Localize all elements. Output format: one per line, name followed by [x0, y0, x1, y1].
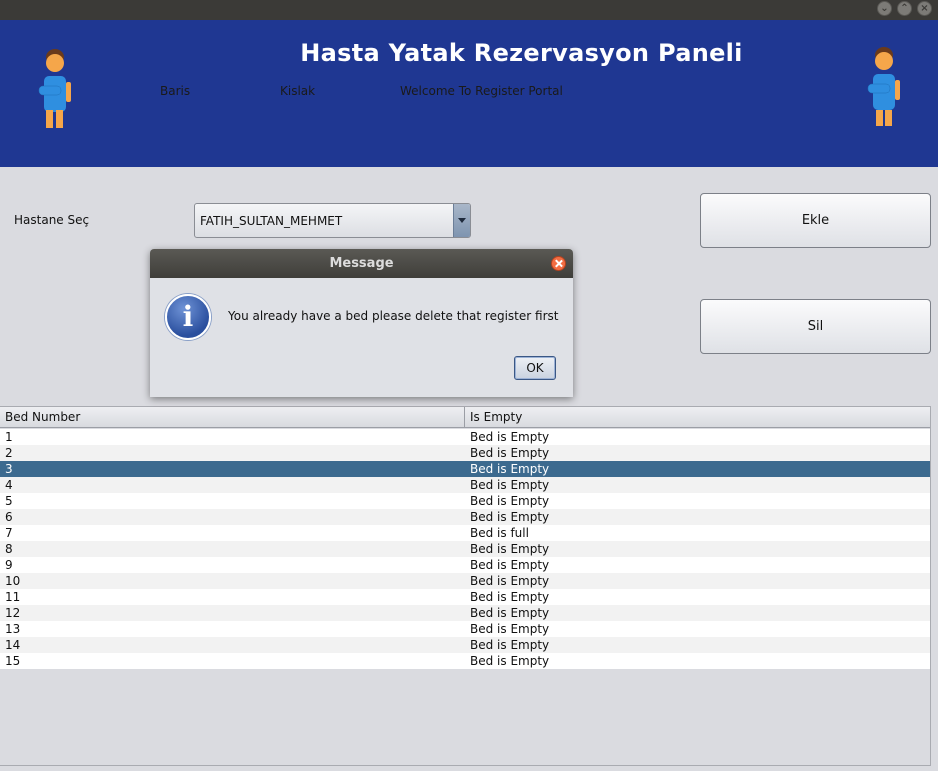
- patient-avatar-icon: [867, 47, 900, 126]
- table-body: 1 Bed is Empty 2 Bed is Empty 3 Bed is Empty 4…: [0, 429, 931, 669]
- dialog-title: Message: [329, 256, 394, 271]
- table-row[interactable]: 10 Bed is Empty: [0, 573, 931, 589]
- cell-is-empty: Bed is Empty: [470, 510, 550, 524]
- cell-is-empty: Bed is full: [470, 526, 529, 540]
- cell-bed-number: 5: [5, 494, 13, 508]
- maximize-icon[interactable]: ⌃: [897, 1, 912, 16]
- welcome-label: Welcome To Register Portal: [400, 84, 563, 98]
- cell-bed-number: 9: [5, 558, 13, 572]
- cell-bed-number: 10: [5, 574, 21, 588]
- cell-bed-number: 1: [5, 430, 13, 444]
- column-header-is-empty[interactable]: Is Empty: [470, 410, 522, 424]
- table-row[interactable]: 9 Bed is Empty: [0, 557, 931, 573]
- dialog-titlebar[interactable]: Message: [150, 249, 573, 278]
- table-bottom-edge: [0, 765, 931, 766]
- table-row[interactable]: 14 Bed is Empty: [0, 637, 931, 653]
- minimize-icon[interactable]: ⌄: [877, 1, 892, 16]
- cell-is-empty: Bed is Empty: [470, 590, 550, 604]
- table-row[interactable]: 4 Bed is Empty: [0, 477, 931, 493]
- hospital-select[interactable]: FATIH_SULTAN_MEHMET: [194, 203, 471, 238]
- dialog-message: You already have a bed please delete tha…: [228, 309, 559, 323]
- cell-is-empty: Bed is Empty: [470, 622, 550, 636]
- last-name-label: Kislak: [280, 84, 316, 98]
- patient-avatar-icon: [38, 49, 71, 128]
- column-header-bed-number[interactable]: Bed Number: [5, 410, 80, 424]
- table-row[interactable]: 12 Bed is Empty: [0, 605, 931, 621]
- column-divider[interactable]: [464, 407, 465, 428]
- table-header[interactable]: Bed Number Is Empty: [0, 407, 931, 428]
- add-button[interactable]: Ekle: [700, 193, 931, 248]
- cell-is-empty: Bed is Empty: [470, 558, 550, 572]
- cell-is-empty: Bed is Empty: [470, 542, 550, 556]
- cell-bed-number: 8: [5, 542, 13, 556]
- cell-bed-number: 3: [5, 462, 13, 476]
- info-icon: i: [165, 294, 211, 340]
- cell-bed-number: 4: [5, 478, 13, 492]
- table-row[interactable]: 8 Bed is Empty: [0, 541, 931, 557]
- table-row[interactable]: 3 Bed is Empty: [0, 461, 931, 477]
- cell-is-empty: Bed is Empty: [470, 478, 550, 492]
- cell-bed-number: 2: [5, 446, 13, 460]
- table-row[interactable]: 13 Bed is Empty: [0, 621, 931, 637]
- cell-is-empty: Bed is Empty: [470, 654, 550, 668]
- cell-is-empty: Bed is Empty: [470, 606, 550, 620]
- beds-table[interactable]: Bed Number Is Empty 1 Bed is Empty 2 Bed is…: [0, 406, 931, 766]
- cell-bed-number: 13: [5, 622, 21, 636]
- chevron-down-icon[interactable]: [453, 204, 470, 237]
- page-title: Hasta Yatak Rezervasyon Paneli: [300, 39, 743, 67]
- table-row[interactable]: 11 Bed is Empty: [0, 589, 931, 605]
- cell-is-empty: Bed is Empty: [470, 638, 550, 652]
- table-row[interactable]: 7 Bed is full: [0, 525, 931, 541]
- cell-bed-number: 7: [5, 526, 13, 540]
- cell-is-empty: Bed is Empty: [470, 462, 550, 476]
- delete-button[interactable]: Sil: [700, 299, 931, 354]
- cell-bed-number: 11: [5, 590, 21, 604]
- hospital-select-value: FATIH_SULTAN_MEHMET: [200, 214, 343, 228]
- table-row[interactable]: 5 Bed is Empty: [0, 493, 931, 509]
- close-icon[interactable]: ×: [917, 1, 932, 16]
- cell-is-empty: Bed is Empty: [470, 494, 550, 508]
- table-row[interactable]: 6 Bed is Empty: [0, 509, 931, 525]
- cell-bed-number: 12: [5, 606, 21, 620]
- first-name-label: Baris: [160, 84, 191, 98]
- cell-bed-number: 14: [5, 638, 21, 652]
- hospital-select-label: Hastane Seç: [14, 213, 90, 227]
- cell-is-empty: Bed is Empty: [470, 430, 550, 444]
- close-icon[interactable]: [551, 256, 566, 271]
- table-right-edge: [930, 406, 931, 766]
- table-row[interactable]: 2 Bed is Empty: [0, 445, 931, 461]
- message-dialog: Message i You already have a bed please …: [150, 249, 573, 397]
- cell-bed-number: 6: [5, 510, 13, 524]
- window-titlebar: ⌄ ⌃ ×: [0, 0, 938, 20]
- ok-button[interactable]: OK: [514, 356, 556, 380]
- cell-bed-number: 15: [5, 654, 21, 668]
- cell-is-empty: Bed is Empty: [470, 574, 550, 588]
- table-row[interactable]: 1 Bed is Empty: [0, 429, 931, 445]
- table-row[interactable]: 15 Bed is Empty: [0, 653, 931, 669]
- cell-is-empty: Bed is Empty: [470, 446, 550, 460]
- header-banner: Hasta Yatak Rezervasyon Paneli Baris Kis…: [0, 20, 938, 167]
